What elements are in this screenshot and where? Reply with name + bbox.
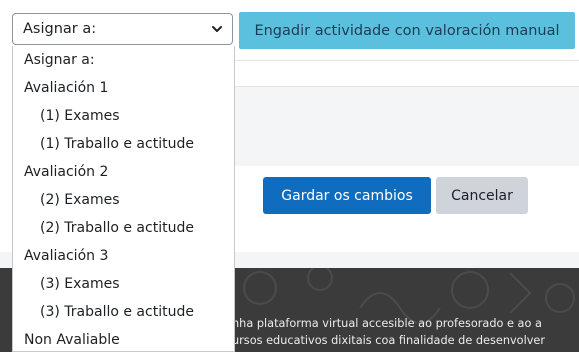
dropdown-option[interactable]: Asignar a:	[13, 46, 234, 74]
dropdown-option[interactable]: (2) Exames	[13, 186, 234, 214]
grade-items-panel	[235, 86, 579, 168]
dropdown-option[interactable]: (3) Traballo e actitude	[13, 298, 234, 326]
save-changes-button[interactable]: Gardar os cambios	[263, 177, 431, 214]
dropdown-option[interactable]: (1) Exames	[13, 102, 234, 130]
dropdown-option[interactable]: (1) Traballo e actitude	[13, 130, 234, 158]
assign-to-select[interactable]: Asignar a:	[12, 13, 233, 45]
divider	[235, 60, 579, 61]
assign-to-dropdown-list: Asignar a: Avaliación 1 (1) Exames (1) Trab…	[12, 46, 235, 352]
dropdown-option[interactable]: (3) Exames	[13, 270, 234, 298]
cancel-button[interactable]: Cancelar	[436, 177, 528, 214]
dropdown-option[interactable]: Avaliación 1	[13, 74, 234, 102]
assign-to-select-value: Asignar a:	[23, 21, 97, 37]
dropdown-option[interactable]: Avaliación 3	[13, 242, 234, 270]
chevron-down-icon	[212, 26, 222, 32]
dropdown-option[interactable]: Avaliación 2	[13, 158, 234, 186]
dropdown-option[interactable]: Non Avaliable	[13, 326, 234, 351]
add-manual-activity-button[interactable]: Engadir actividade con valoración manual	[239, 12, 575, 49]
dropdown-option[interactable]: (2) Traballo e actitude	[13, 214, 234, 242]
